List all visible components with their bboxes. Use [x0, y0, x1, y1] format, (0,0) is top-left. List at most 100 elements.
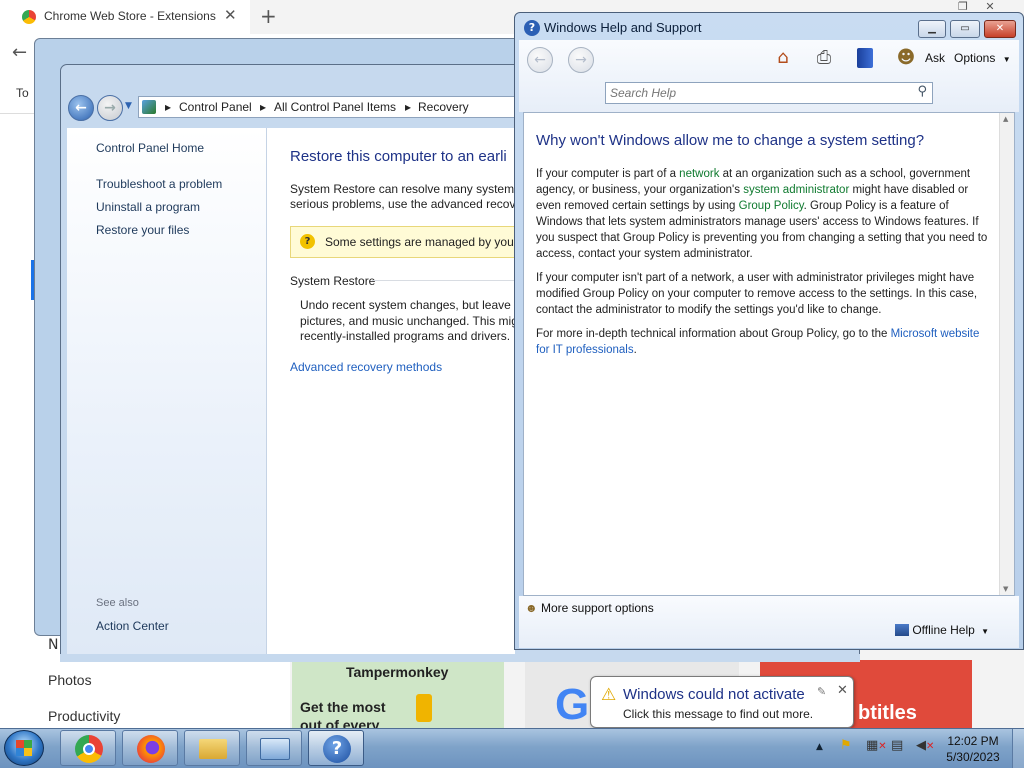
- managed-settings-banner[interactable]: ? Some settings are managed by your: [290, 226, 518, 258]
- network-icon[interactable]: ▤: [891, 738, 903, 753]
- settings-icon[interactable]: ✎: [817, 685, 826, 698]
- help-back-button[interactable]: ←: [527, 47, 553, 73]
- show-hidden-icons-icon[interactable]: ▲: [816, 742, 823, 752]
- close-icon[interactable]: ✕: [837, 683, 848, 698]
- see-also-label: See also: [96, 597, 139, 609]
- taskbar-firefox[interactable]: [122, 730, 178, 766]
- search-help-box[interactable]: ⚲: [605, 82, 933, 104]
- close-tab-icon[interactable]: ✕: [224, 6, 237, 24]
- breadcrumb-separator: ▸: [165, 100, 172, 114]
- taskbar-chrome[interactable]: [60, 730, 116, 766]
- card-title: Tampermonkey: [346, 664, 449, 680]
- control-panel-icon: [142, 100, 156, 114]
- control-panel-left-pane: Control Panel Home Troubleshoot a proble…: [67, 128, 267, 654]
- network-error-icon[interactable]: ▦✕: [866, 738, 887, 753]
- help-forward-button[interactable]: →: [568, 47, 594, 73]
- breadcrumb-recovery[interactable]: Recovery: [418, 100, 469, 114]
- system-clock[interactable]: 12:02 PM 5/30/2023: [940, 733, 1006, 765]
- breadcrumb-control-panel[interactable]: Control Panel: [179, 100, 252, 114]
- chrome-tab-title: Chrome Web Store - Extensions: [44, 9, 216, 23]
- recent-pages-dropdown-icon[interactable]: ▼: [125, 101, 132, 111]
- breadcrumb-separator: ▸: [405, 100, 412, 114]
- offline-help-label: Offline Help: [912, 623, 975, 637]
- ask-people-icon[interactable]: ☻: [893, 46, 919, 70]
- folder-icon: [199, 739, 227, 759]
- warning-text: Some settings are managed by your: [325, 235, 518, 249]
- page-title: Restore this computer to an earli: [290, 148, 507, 165]
- shield-info-icon: ?: [300, 234, 315, 249]
- address-bar[interactable]: ▸ Control Panel ▸ All Control Panel Item…: [138, 96, 516, 118]
- start-button[interactable]: [4, 730, 44, 766]
- taskbar-help[interactable]: ?: [308, 730, 364, 766]
- chevron-down-icon: ▼: [981, 627, 990, 636]
- help-window-title: Windows Help and Support: [544, 20, 702, 35]
- help-paragraph-3: For more in-depth technical information …: [536, 326, 991, 358]
- chrome-icon: [75, 735, 103, 763]
- intro-text-line1: System Restore can resolve many system p: [290, 182, 525, 196]
- text: For more in-depth technical information …: [536, 328, 891, 340]
- uninstall-program-link[interactable]: Uninstall a program: [96, 200, 200, 214]
- breadcrumb-all-items[interactable]: All Control Panel Items: [274, 100, 396, 114]
- section-divider: [372, 280, 516, 281]
- offline-help-button[interactable]: Offline Help ▼: [895, 623, 989, 637]
- activation-notification[interactable]: ⚠ Windows could not activate Click this …: [590, 676, 854, 737]
- maximize-button[interactable]: ▭: [950, 20, 980, 38]
- more-support-options[interactable]: ☻ More support options: [525, 601, 654, 615]
- new-tab-button[interactable]: +: [260, 4, 277, 28]
- group-policy-link[interactable]: Group Policy: [739, 200, 804, 212]
- minimize-button[interactable]: ▁: [918, 20, 946, 38]
- system-administrator-link[interactable]: system administrator: [743, 184, 849, 196]
- close-button[interactable]: ✕: [984, 20, 1016, 38]
- search-icon[interactable]: ⚲: [917, 84, 927, 99]
- home-icon[interactable]: ⌂: [770, 46, 796, 70]
- help-icon: ?: [524, 20, 540, 36]
- window-bottom-border: [60, 654, 860, 662]
- action-center-flag-icon[interactable]: ⚑: [840, 738, 852, 753]
- notification-message: Click this message to find out more.: [623, 707, 814, 721]
- volume-muted-icon[interactable]: ◀✕: [916, 738, 934, 753]
- control-panel-home-link[interactable]: Control Panel Home: [96, 141, 204, 155]
- taskbar-control-panel[interactable]: [246, 730, 302, 766]
- back-arrow-icon[interactable]: ←: [12, 42, 27, 63]
- advanced-recovery-link[interactable]: Advanced recovery methods: [290, 360, 442, 374]
- restore-text-line2: pictures, and music unchanged. This mig: [300, 314, 518, 328]
- chrome-tab[interactable]: Chrome Web Store - Extensions ✕: [0, 0, 250, 34]
- clock-time: 12:02 PM: [947, 734, 999, 748]
- network-link[interactable]: network: [679, 168, 719, 180]
- chrome-store-icon: [22, 10, 36, 24]
- back-button[interactable]: ←: [68, 95, 94, 121]
- store-sidebar-partial: N: [48, 637, 59, 653]
- help-heading: Why won't Windows allow me to change a s…: [536, 132, 925, 149]
- card-title: btitles: [858, 702, 917, 724]
- firefox-icon: [137, 735, 165, 763]
- ask-button[interactable]: Ask: [925, 51, 945, 65]
- scroll-up-icon[interactable]: ▲: [1003, 115, 1008, 123]
- sidebar-item-productivity[interactable]: Productivity: [48, 708, 120, 724]
- browse-help-icon[interactable]: [852, 46, 878, 70]
- windows-logo-icon: [16, 740, 32, 756]
- google-logo: G: [555, 680, 590, 729]
- options-label: Options: [954, 51, 996, 65]
- troubleshoot-link[interactable]: Troubleshoot a problem: [96, 177, 222, 191]
- search-input[interactable]: [610, 85, 910, 101]
- clock-date: 5/30/2023: [946, 750, 1000, 764]
- offline-help-icon: [895, 624, 909, 636]
- forward-button[interactable]: →: [97, 95, 123, 121]
- breadcrumb-separator: ▸: [260, 100, 267, 114]
- taskbar-explorer[interactable]: [184, 730, 240, 766]
- options-button[interactable]: Options ▼: [954, 51, 1011, 65]
- help-paragraph-2: If your computer isn't part of a network…: [536, 272, 978, 316]
- text: .: [633, 344, 637, 356]
- tampermonkey-card[interactable]: Tampermonkey Get the most out of every: [292, 660, 504, 733]
- control-panel-icon: [260, 738, 290, 760]
- sidebar-item-photos[interactable]: Photos: [48, 672, 92, 688]
- show-desktop-button[interactable]: [1012, 729, 1024, 768]
- action-center-link[interactable]: Action Center: [96, 619, 169, 633]
- scroll-down-icon[interactable]: ▼: [1003, 585, 1008, 593]
- restore-files-link[interactable]: Restore your files: [96, 223, 189, 237]
- vertical-scrollbar[interactable]: ▲ ▼: [999, 113, 1014, 595]
- section-title: System Restore: [290, 274, 376, 288]
- print-icon[interactable]: ⎙: [811, 46, 837, 70]
- chevron-down-icon: ▼: [1002, 55, 1011, 64]
- restore-text-line3: recently-installed programs and drivers.: [300, 329, 511, 343]
